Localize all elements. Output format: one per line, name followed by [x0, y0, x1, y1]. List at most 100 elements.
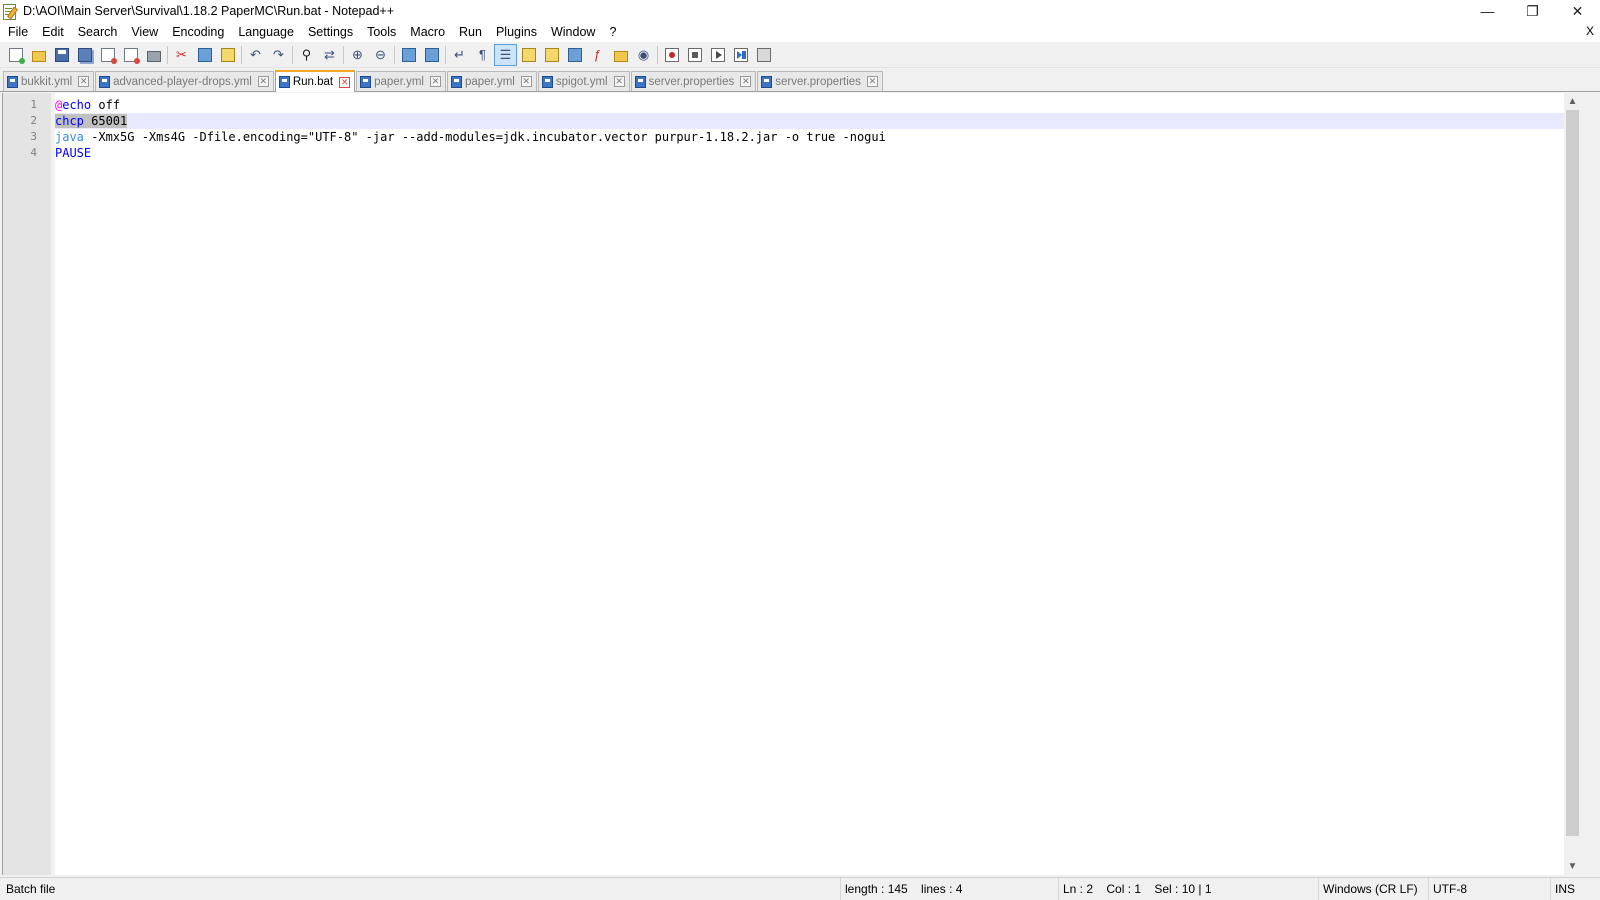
- close-all-button[interactable]: [119, 44, 142, 66]
- tab-close-icon[interactable]: ✕: [520, 76, 532, 87]
- code-area[interactable]: 1 @echo off 2 chcp 65001 3 java -Xmx5G -Xms4G…: [30, 97, 1581, 161]
- toolbar-separator: [167, 45, 168, 64]
- tab-close-icon[interactable]: ✕: [740, 76, 752, 87]
- menu-edit[interactable]: Edit: [35, 22, 71, 42]
- close-document-button[interactable]: X: [1586, 24, 1594, 38]
- saved-file-icon: [450, 75, 462, 88]
- tab-close-icon[interactable]: ✕: [613, 76, 625, 87]
- minimize-button[interactable]: —: [1465, 0, 1510, 22]
- find-button[interactable]: ⚲: [295, 44, 318, 66]
- folder-as-workspace-button[interactable]: [609, 44, 632, 66]
- open-file-icon: [31, 50, 46, 62]
- scroll-up-arrow-icon[interactable]: ▲: [1564, 93, 1581, 110]
- title-bar[interactable]: D:\AOI\Main Server\Survival\1.18.2 Paper…: [0, 0, 1600, 22]
- menu-tools[interactable]: Tools: [360, 22, 403, 42]
- scrollbar-thumb[interactable]: [1566, 110, 1579, 836]
- saved-file-icon: [761, 75, 773, 88]
- start-recording-button[interactable]: [660, 44, 683, 66]
- tab-label: bukkit.yml: [21, 75, 73, 88]
- tab-label: server.properties: [775, 75, 861, 88]
- menu-encoding[interactable]: Encoding: [165, 22, 231, 42]
- zoom-out-button[interactable]: ⊖: [369, 44, 392, 66]
- document-tab-bar: bukkit.yml ✕ advanced-player-drops.yml ✕…: [0, 69, 1600, 92]
- redo-button[interactable]: ↷: [267, 44, 290, 66]
- show-all-characters-button[interactable]: ¶: [471, 44, 494, 66]
- document-map-button[interactable]: [540, 44, 563, 66]
- tab-advanced-player-drops-yml[interactable]: advanced-player-drops.yml ✕: [95, 71, 274, 91]
- tab-close-icon[interactable]: ✕: [866, 76, 878, 87]
- new-file-icon: [8, 47, 25, 64]
- close-file-button[interactable]: [96, 44, 119, 66]
- tab-close-icon[interactable]: ✕: [429, 76, 441, 87]
- find-icon: ⚲: [301, 46, 312, 62]
- code-token: -Xmx5G -Xms4G -Dfile.encoding="UTF-8" -j…: [83, 130, 886, 144]
- code-token: chcp: [55, 114, 84, 128]
- line-number: 1: [30, 98, 37, 111]
- word-wrap-button[interactable]: ↵: [448, 44, 471, 66]
- open-file-button[interactable]: [27, 44, 50, 66]
- menu-macro[interactable]: Macro: [403, 22, 452, 42]
- tab-close-icon[interactable]: ✕: [78, 76, 90, 87]
- tab-server-properties[interactable]: server.properties ✕: [630, 71, 757, 91]
- zoom-in-button[interactable]: ⊕: [346, 44, 369, 66]
- status-insert-mode: INS: [1550, 878, 1575, 900]
- sync-vertical-button[interactable]: [397, 44, 420, 66]
- code-line[interactable]: 4 PAUSE: [30, 145, 1581, 161]
- playback-button[interactable]: [706, 44, 729, 66]
- menu-run[interactable]: Run: [452, 22, 489, 42]
- maximize-button[interactable]: ❐: [1510, 0, 1555, 22]
- menu-search[interactable]: Search: [71, 22, 125, 42]
- document-list-button[interactable]: [563, 44, 586, 66]
- text-editor[interactable]: 1 @echo off 2 chcp 65001 3 java -Xmx5G -Xms4G…: [2, 93, 1581, 875]
- window-controls: — ❐ ✕: [1465, 0, 1600, 22]
- undo-icon: ↶: [250, 46, 261, 62]
- tab-bukkit-yml[interactable]: bukkit.yml ✕: [3, 71, 95, 91]
- vertical-scrollbar[interactable]: ▲ ▼: [1564, 93, 1581, 875]
- stop-recording-button[interactable]: [683, 44, 706, 66]
- save-macro-button[interactable]: [752, 44, 775, 66]
- code-line[interactable]: 2 chcp 65001: [30, 113, 1581, 129]
- menu-file[interactable]: File: [0, 22, 35, 42]
- tab-close-icon[interactable]: ✕: [339, 76, 351, 88]
- save-button[interactable]: [50, 44, 73, 66]
- code-line[interactable]: 1 @echo off: [30, 97, 1581, 113]
- saved-file-icon: [7, 75, 18, 88]
- menu-language[interactable]: Language: [231, 22, 301, 42]
- code-token: off: [91, 98, 121, 112]
- tab-spigot-yml[interactable]: spigot.yml ✕: [537, 71, 630, 91]
- sync-horizontal-button[interactable]: [420, 44, 443, 66]
- monitoring-button[interactable]: ◉: [632, 44, 655, 66]
- save-all-button[interactable]: [73, 44, 96, 66]
- paste-button[interactable]: [216, 44, 239, 66]
- new-file-button[interactable]: [4, 44, 27, 66]
- user-defined-language-button[interactable]: [517, 44, 540, 66]
- status-length-lines: length : 145 lines : 4: [840, 878, 962, 900]
- cut-button[interactable]: ✂: [170, 44, 193, 66]
- tab-paper-yml-2[interactable]: paper.yml ✕: [446, 71, 537, 91]
- undo-button[interactable]: ↶: [244, 44, 267, 66]
- window-title: D:\AOI\Main Server\Survival\1.18.2 Paper…: [23, 4, 395, 18]
- menu-help[interactable]: ?: [602, 22, 623, 42]
- menu-window[interactable]: Window: [544, 22, 602, 42]
- close-button[interactable]: ✕: [1555, 0, 1600, 22]
- tab-label: spigot.yml: [555, 75, 608, 88]
- status-line-endings: Windows (CR LF): [1318, 878, 1418, 900]
- function-list-button[interactable]: ƒ: [586, 44, 609, 66]
- tab-server-properties-2[interactable]: server.properties ✕: [757, 71, 883, 91]
- tab-paper-yml[interactable]: paper.yml ✕: [356, 71, 446, 91]
- replace-button[interactable]: ⇄: [318, 44, 341, 66]
- menu-view[interactable]: View: [124, 22, 165, 42]
- indent-guide-button[interactable]: ☰: [494, 43, 517, 66]
- tab-close-icon[interactable]: ✕: [257, 76, 269, 87]
- code-line[interactable]: 3 java -Xmx5G -Xms4G -Dfile.encoding="UTF…: [30, 129, 1581, 145]
- menu-settings[interactable]: Settings: [301, 22, 360, 42]
- zoom-in-icon: ⊕: [352, 46, 363, 62]
- copy-button[interactable]: [193, 44, 216, 66]
- run-macro-multiple-button[interactable]: [729, 44, 752, 66]
- tab-run-bat[interactable]: Run.bat ✕: [274, 70, 356, 92]
- toolbar-separator: [241, 45, 242, 64]
- menu-plugins[interactable]: Plugins: [489, 22, 544, 42]
- print-button[interactable]: [142, 44, 165, 66]
- scroll-down-arrow-icon[interactable]: ▼: [1564, 858, 1581, 875]
- function-list-icon: ƒ: [593, 46, 602, 62]
